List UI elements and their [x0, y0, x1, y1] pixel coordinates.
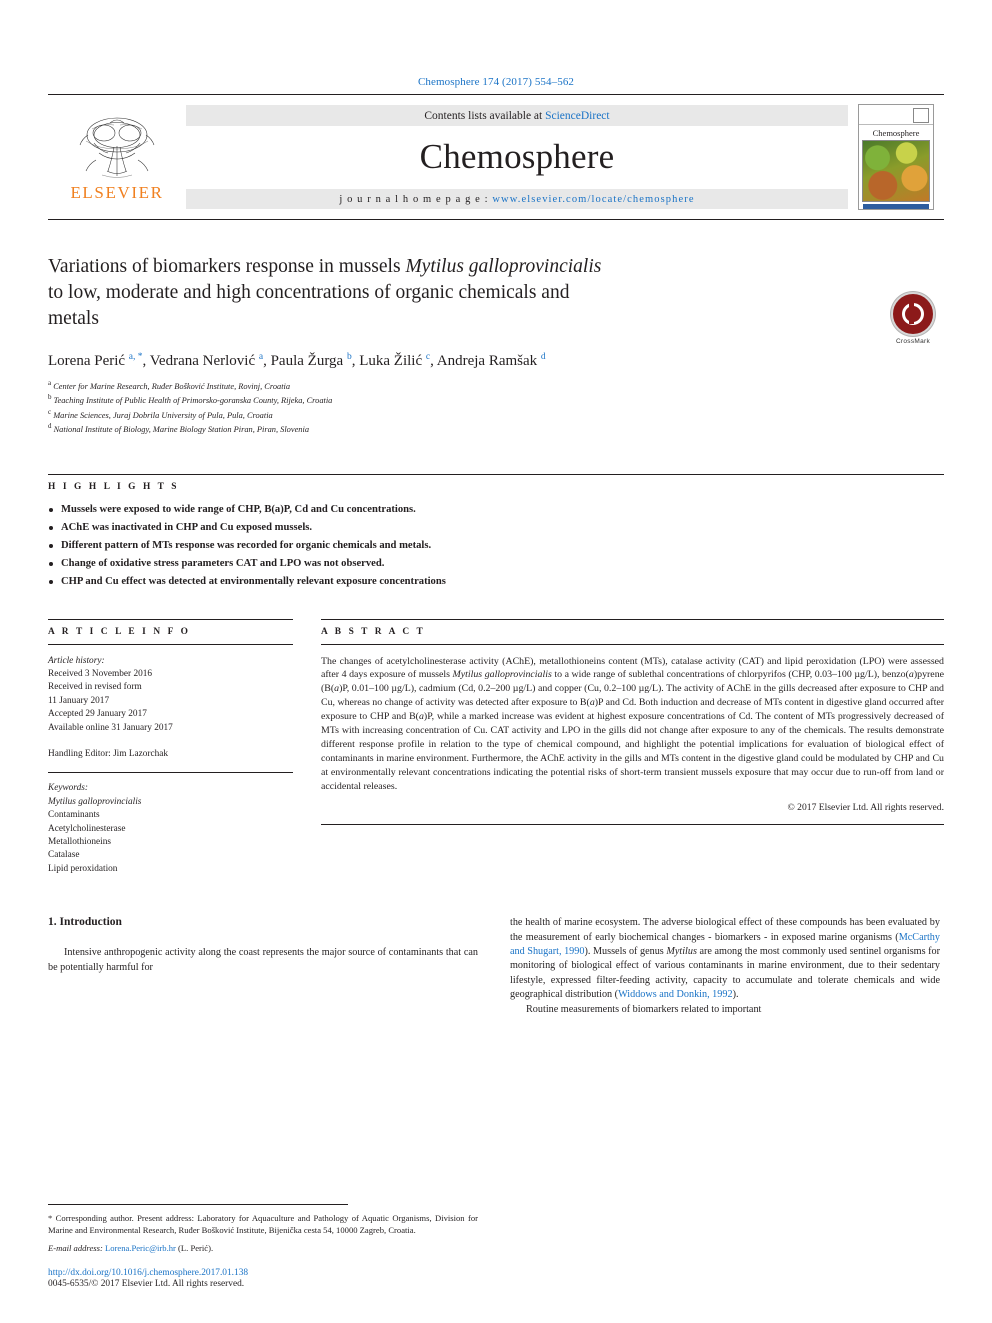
- author-affil-marker: c: [425, 352, 431, 362]
- cover-top-band: [859, 105, 933, 126]
- homepage-url[interactable]: www.elsevier.com/locate/chemosphere: [492, 194, 694, 205]
- affiliation-d: d National Institute of Biology, Marine …: [48, 422, 310, 434]
- abstract-column: A B S T R A C T The changes of acetylcho…: [321, 618, 945, 877]
- keyword-item: Catalase: [48, 850, 80, 861]
- journal-reference: Chemosphere 174 (2017) 554–562: [417, 76, 575, 88]
- author-list: Lorena Perić a, *, Vedrana Nerlović a, P…: [48, 352, 546, 369]
- section-heading-introduction: 1. Introduction: [48, 916, 122, 929]
- affiliation-b: b Teaching Institute of Public Health of…: [48, 393, 333, 406]
- keywords-label: Keywords:: [48, 783, 88, 794]
- title-part-3: metals: [48, 308, 99, 329]
- introduction-section: 1. Introduction Intensive anthropogenic …: [48, 916, 944, 1017]
- highlight-item: AChE was inactivated in CHP and Cu expos…: [48, 520, 944, 535]
- history-label: Article history:: [48, 655, 105, 666]
- article-page: Chemosphere 174 (2017) 554–562 ELSEVIER …: [0, 0, 992, 1323]
- intro-left-column: 1. Introduction Intensive anthropogenic …: [48, 916, 510, 1017]
- handling-editor: Handling Editor: Jim Lazorchak: [48, 749, 169, 759]
- author-affil-marker: a: [258, 352, 264, 362]
- cover-journal-name: Chemosphere: [872, 128, 920, 139]
- affiliation-a: a Center for Marine Research, Ruđer Bošk…: [48, 379, 291, 391]
- doi-link[interactable]: http://dx.doi.org/10.1016/j.chemosphere.…: [48, 1268, 478, 1278]
- title-part-1: Variations of biomarkers response in mus…: [48, 256, 406, 277]
- intro-paragraph-left: Intensive anthropogenic activity along t…: [48, 947, 478, 973]
- author-affil-marker: d: [540, 352, 546, 362]
- masthead-center: Contents lists available at ScienceDirec…: [186, 95, 848, 219]
- elsevier-logo: ELSEVIER: [48, 95, 186, 219]
- highlights-rule: [48, 473, 944, 475]
- issn-copyright: 0045-6535/© 2017 Elsevier Ltd. All right…: [48, 1279, 245, 1289]
- history-line: Available online 31 January 2017: [48, 722, 173, 733]
- article-content: Variations of biomarkers response in mus…: [48, 254, 944, 1017]
- affiliation-c: c Marine Sciences, Juraj Dobrila Univers…: [48, 407, 273, 420]
- highlights-section: H I G H L I G H T S Mussels were exposed…: [48, 473, 944, 589]
- journal-cover-thumbnail: Chemosphere: [858, 104, 934, 210]
- highlight-item: CHP and Cu effect was detected at enviro…: [48, 574, 944, 589]
- abstract-bottom-rule: [321, 823, 944, 825]
- highlights-list: Mussels were exposed to wide range of CH…: [48, 502, 944, 589]
- email-note: E-mail address: Lorena.Peric@irb.hr (L. …: [48, 1243, 478, 1255]
- article-info-heading: A R T I C L E I N F O: [48, 626, 191, 637]
- page-footer: * Corresponding author. Present address:…: [48, 1184, 478, 1289]
- highlight-item: Change of oxidative stress parameters CA…: [48, 556, 944, 571]
- contents-prefix: Contents lists available at: [424, 110, 546, 122]
- corresponding-author-note: * Corresponding author. Present address:…: [48, 1213, 478, 1235]
- keyword-item: Contaminants: [48, 810, 100, 821]
- info-abstract-row: A R T I C L E I N F O Article history: R…: [48, 618, 945, 877]
- history-line: 11 January 2017: [48, 695, 110, 706]
- cover-artwork: [862, 140, 930, 203]
- highlights-heading: H I G H L I G H T S: [48, 481, 180, 492]
- affiliations: a Center for Marine Research, Ruđer Bošk…: [48, 378, 944, 436]
- citation-link[interactable]: McCarthy and Shugart, 1990: [510, 932, 940, 957]
- email-address[interactable]: Lorena.Peric@irb.hr: [105, 1243, 176, 1253]
- masthead-right: Chemosphere: [848, 95, 944, 219]
- intro-paragraph-right: the health of marine ecosystem. The adve…: [510, 917, 941, 1001]
- cover-bottom-band: [863, 204, 929, 209]
- abstract-copyright: © 2017 Elsevier Ltd. All rights reserved…: [787, 801, 945, 813]
- highlight-item: Mussels were exposed to wide range of CH…: [48, 502, 944, 517]
- abstract-heading: A B S T R A C T: [321, 626, 426, 637]
- article-info-column: A R T I C L E I N F O Article history: R…: [48, 618, 321, 877]
- elsevier-tree-icon: [79, 117, 155, 178]
- keyword-item: Mytilus galloprovincialis: [48, 796, 142, 807]
- intro-paragraph-right-2: Routine measurements of biomarkers relat…: [526, 1003, 762, 1015]
- keyword-item: Metallothioneins: [48, 837, 112, 848]
- elsevier-wordmark: ELSEVIER: [70, 183, 164, 202]
- email-suffix: (L. Perić).: [175, 1243, 214, 1254]
- history-line: Received 3 November 2016: [48, 668, 153, 679]
- homepage-bar: j o u r n a l h o m e p a g e : www.else…: [186, 189, 848, 209]
- crossmark-label: CrossMark: [895, 338, 931, 345]
- page-title: Variations of biomarkers response in mus…: [48, 254, 838, 332]
- crossmark-icon: [891, 292, 935, 336]
- citation-link[interactable]: Widdows and Donkin, 1992: [618, 989, 732, 1000]
- history-line: Received in revised form: [48, 682, 142, 693]
- journal-masthead: ELSEVIER Contents lists available at Sci…: [48, 94, 944, 220]
- history-line: Accepted 29 January 2017: [48, 709, 147, 720]
- keyword-item: Acetylcholinesterase: [48, 823, 126, 834]
- contents-bar: Contents lists available at ScienceDirec…: [186, 105, 848, 126]
- abstract-text: The changes of acetylcholinesterase acti…: [321, 655, 945, 792]
- title-species: Mytilus galloprovincialis: [405, 256, 602, 277]
- author-affil-marker: a, *: [128, 352, 143, 362]
- email-label: E-mail address:: [48, 1243, 105, 1254]
- author-affil-marker: b: [346, 352, 352, 362]
- journal-title: Chemosphere: [419, 137, 615, 176]
- keyword-item: Lipid peroxidation: [48, 863, 118, 874]
- homepage-prefix: j o u r n a l h o m e p a g e :: [339, 194, 493, 205]
- keywords-block: Keywords: Mytilus galloprovincialis Cont…: [48, 782, 293, 876]
- sciencedirect-link[interactable]: ScienceDirect: [545, 110, 610, 122]
- footnote-rule: [48, 1204, 348, 1206]
- title-part-2: to low, moderate and high concentrations…: [48, 282, 570, 303]
- highlight-item: Different pattern of MTs response was re…: [48, 538, 944, 553]
- keywords-divider: [48, 772, 293, 774]
- intro-right-column: the health of marine ecosystem. The adve…: [510, 916, 940, 1017]
- crossmark-badge[interactable]: CrossMark: [882, 292, 944, 345]
- article-history: Article history: Received 3 November 201…: [48, 655, 293, 735]
